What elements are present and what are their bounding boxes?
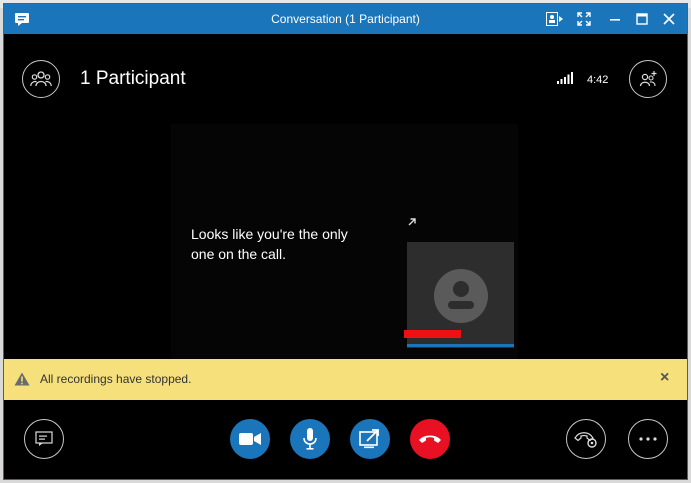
close-icon [663,13,675,25]
contact-card-icon [546,12,563,26]
present-screen-icon [359,429,379,449]
pop-out-icon[interactable] [407,217,417,227]
contact-card-button[interactable] [544,9,566,29]
maximize-icon [636,13,648,25]
video-camera-icon [239,433,261,445]
hang-up-button[interactable] [410,419,450,459]
title-bar: Conversation (1 Participant) [4,4,687,34]
fullscreen-icon [577,12,591,26]
notification-text: All recordings have stopped. [40,372,192,386]
minimize-button[interactable] [604,9,626,29]
alone-message: Looks like you're the only one on the ca… [191,224,391,264]
add-people-button[interactable] [629,60,667,98]
add-people-icon [639,71,657,87]
minimize-icon [610,19,620,21]
warning-icon [14,372,30,386]
participants-button[interactable] [22,60,60,98]
chat-button[interactable] [24,419,64,459]
avatar [434,269,488,323]
dismiss-notification-button[interactable]: × [660,369,669,387]
call-quality-icon [557,72,573,84]
chat-icon [35,431,53,446]
participants-icon [30,71,52,87]
conversation-window: Conversation (1 Participant) 1 Participa… [3,3,688,480]
recording-notification-bar: All recordings have stopped. × [4,359,687,400]
hang-up-icon [419,435,441,443]
mute-button[interactable] [290,419,330,459]
maximize-button[interactable] [631,9,653,29]
more-options-icon [639,437,657,441]
call-controls-button[interactable] [566,419,606,459]
alone-message-line-2: one on the call. [191,246,286,262]
active-speaker-bar [407,344,514,347]
call-timer: 4:42 [587,74,609,86]
call-controls-icon [574,432,597,448]
present-button[interactable] [350,419,390,459]
microphone-icon [303,428,317,450]
participants-count-label: 1 Participant [80,68,186,89]
self-name-label: You [404,330,461,338]
default-avatar-icon [448,281,474,309]
more-options-button[interactable] [628,419,668,459]
self-video-tile[interactable]: You [404,242,514,348]
alone-message-line-1: Looks like you're the only [191,226,348,242]
close-button[interactable] [658,9,680,29]
video-button[interactable] [230,419,270,459]
fullscreen-button[interactable] [573,9,595,29]
